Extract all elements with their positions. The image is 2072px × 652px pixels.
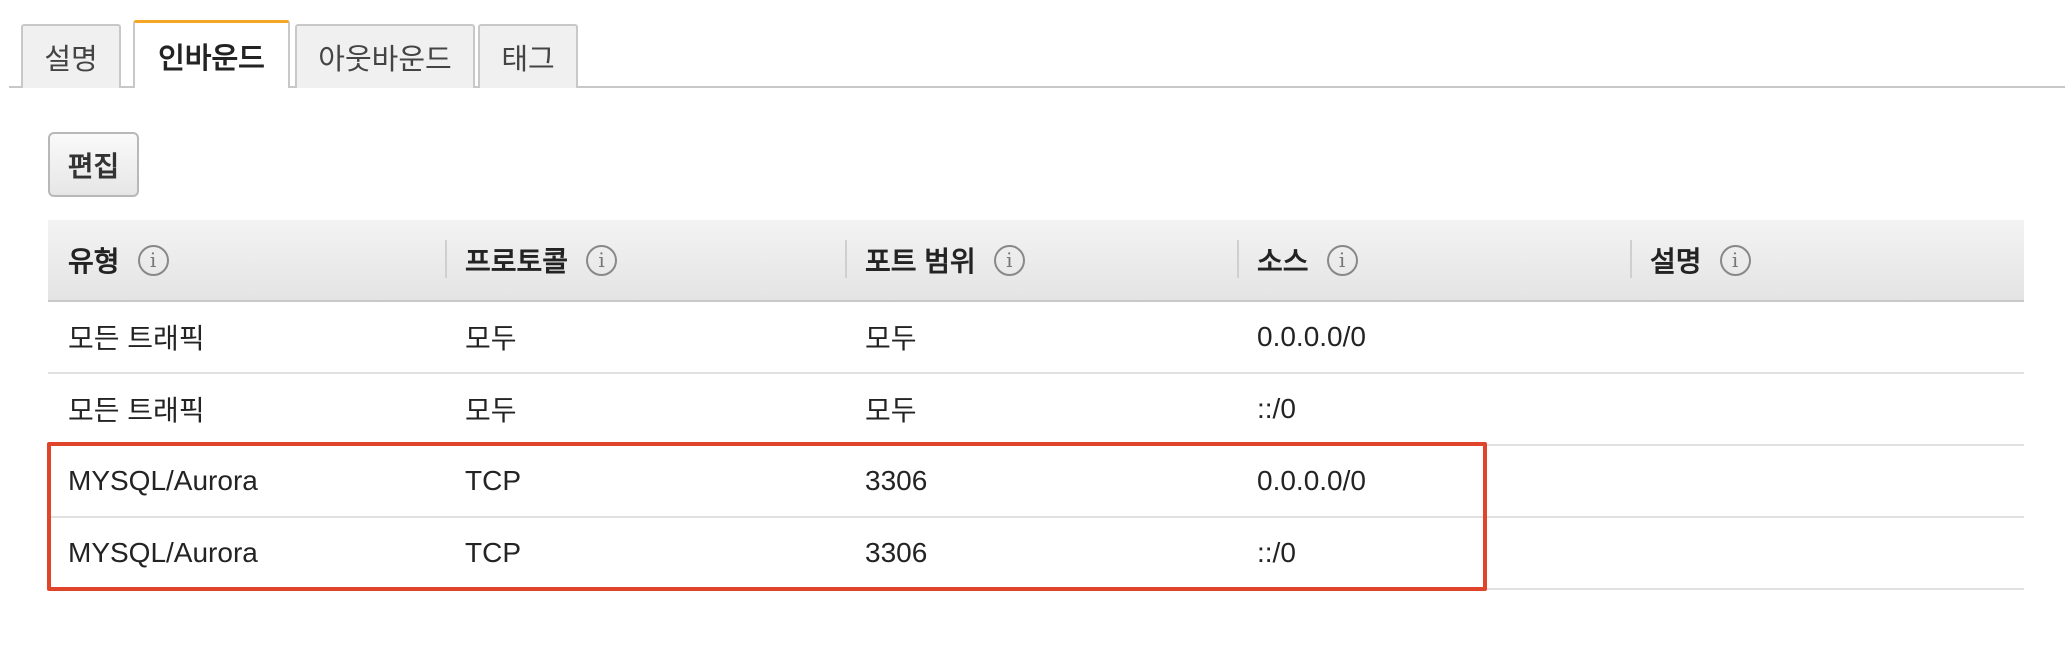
tab-tags[interactable]: 태그 [478, 24, 578, 88]
cell-protocol: TCP [465, 465, 521, 496]
column-divider[interactable] [845, 240, 847, 278]
cell-port-range: 모두 [865, 323, 917, 354]
cell-port-range: 3306 [865, 465, 928, 496]
cell-protocol: 모두 [465, 323, 517, 354]
column-header-label: 프로토콜 [465, 246, 569, 277]
cell-type: MYSQL/Aurora [68, 537, 258, 568]
cell-source: 0.0.0.0/0 [1257, 321, 1366, 352]
column-header-description: 설명 i [1630, 220, 1751, 300]
table-header: 유형 i 프로토콜 i 포트 범위 i 소스 i 설명 i [48, 220, 2024, 302]
column-header-label: 설명 [1650, 246, 1702, 277]
table-row: MYSQL/Aurora TCP 3306 ::/0 [48, 518, 2024, 590]
cell-type: MYSQL/Aurora [68, 465, 258, 496]
cell-port-range: 3306 [865, 537, 928, 568]
cell-source: ::/0 [1257, 537, 1296, 568]
info-icon[interactable]: i [586, 244, 618, 276]
column-header-label: 소스 [1257, 246, 1309, 277]
cell-protocol: TCP [465, 537, 521, 568]
column-header-type: 유형 i [68, 220, 169, 300]
table-row: 모든 트래픽 모두 모두 0.0.0.0/0 [48, 302, 2024, 374]
cell-source: 0.0.0.0/0 [1257, 465, 1366, 496]
column-header-label: 포트 범위 [865, 246, 976, 277]
cell-source: ::/0 [1257, 393, 1296, 424]
tab-inbound[interactable]: 인바운드 [133, 20, 290, 90]
column-header-port-range: 포트 범위 i [845, 220, 1025, 300]
table-row: MYSQL/Aurora TCP 3306 0.0.0.0/0 [48, 446, 2024, 518]
info-icon[interactable]: i [137, 244, 169, 276]
tab-description[interactable]: 설명 [21, 24, 121, 88]
table-row: 모든 트래픽 모두 모두 ::/0 [48, 374, 2024, 446]
column-divider[interactable] [445, 240, 447, 278]
column-divider[interactable] [1237, 240, 1239, 278]
cell-type: 모든 트래픽 [68, 323, 205, 354]
column-header-protocol: 프로토콜 i [445, 220, 618, 300]
column-divider[interactable] [1630, 240, 1632, 278]
column-header-label: 유형 [68, 246, 120, 277]
cell-protocol: 모두 [465, 395, 517, 426]
tab-bar: 설명 인바운드 아웃바운드 태그 [9, 20, 2065, 90]
cell-port-range: 모두 [865, 395, 917, 426]
inbound-rules-table: 유형 i 프로토콜 i 포트 범위 i 소스 i 설명 i 모든 트래픽 모두 … [48, 220, 2024, 590]
tab-outbound[interactable]: 아웃바운드 [295, 24, 475, 88]
info-icon[interactable]: i [1719, 244, 1751, 276]
info-icon[interactable]: i [993, 244, 1025, 276]
cell-type: 모든 트래픽 [68, 395, 205, 426]
info-icon[interactable]: i [1326, 244, 1358, 276]
column-header-source: 소스 i [1237, 220, 1358, 300]
edit-button[interactable]: 편집 [48, 132, 139, 197]
